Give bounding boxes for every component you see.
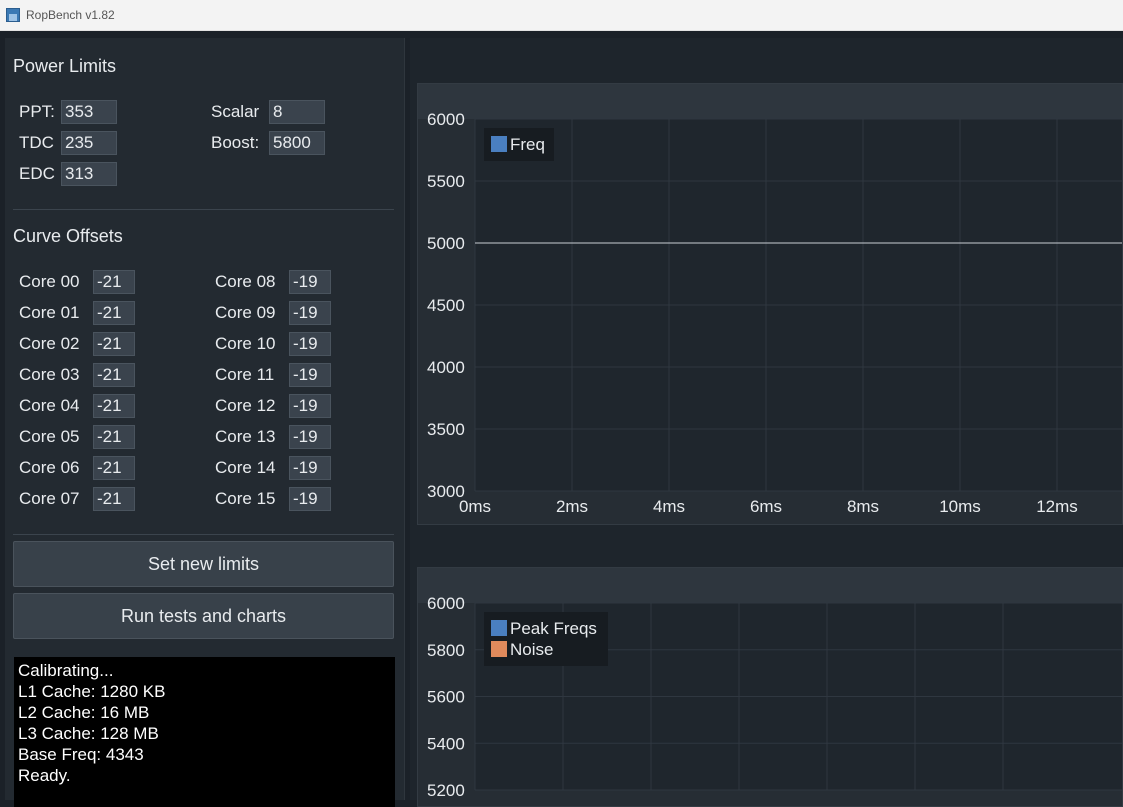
freq-chart-plot: 60005500500045004000350030000ms 2ms 4ms 6ms… (427, 110, 1122, 516)
y-tick-label: 4500 (427, 296, 465, 315)
peak-freqs-chart-plot: 6000 5800 5600 5400 5200 Peak Freqs Noise (427, 594, 1122, 800)
y-tick-label: 5600 (427, 688, 465, 707)
y-tick-label: 5400 (427, 734, 465, 753)
boost-label: Boost: (211, 133, 260, 152)
core-offset-input[interactable] (289, 456, 331, 480)
core-label: Core 15 (215, 489, 276, 508)
window-title: RopBench v1.82 (26, 8, 115, 22)
core-label: Core 07 (19, 489, 80, 508)
core-label: Core 04 (19, 396, 80, 415)
app-icon (6, 8, 20, 22)
core-offset-input[interactable] (289, 332, 331, 356)
tdc-input[interactable] (61, 131, 117, 155)
scalar-input[interactable] (269, 100, 325, 124)
core-label: Core 09 (215, 303, 276, 322)
core-label: Core 06 (19, 458, 80, 477)
console-line: Base Freq: 4343 (18, 745, 144, 764)
tdc-label: TDC (19, 133, 54, 152)
y-tick-label: 5200 (427, 781, 465, 800)
x-tick-label: 10ms (939, 497, 981, 516)
core-offset-input[interactable] (93, 363, 135, 387)
core-offset-input[interactable] (93, 394, 135, 418)
legend-label: Freq (510, 135, 545, 154)
core-label: Core 05 (19, 427, 80, 446)
legend-swatch (491, 620, 507, 636)
power-limits-title: Power Limits (13, 56, 117, 76)
console-line: L2 Cache: 16 MB (18, 703, 150, 722)
core-label: Core 02 (19, 334, 80, 353)
y-tick-label: 5800 (427, 641, 465, 660)
x-tick-label: 6ms (750, 497, 782, 516)
x-tick-label: 8ms (847, 497, 879, 516)
ppt-label: PPT: (19, 102, 55, 121)
edc-label: EDC (19, 164, 55, 183)
set-new-limits-button[interactable]: Set new limits (13, 541, 394, 587)
title-bar: RopBench v1.82 (0, 0, 1123, 31)
console-line: L1 Cache: 1280 KB (18, 682, 166, 701)
core-offset-input[interactable] (93, 301, 135, 325)
x-tick-label: 4ms (653, 497, 685, 516)
core-label: Core 08 (215, 272, 276, 291)
core-offset-input[interactable] (93, 487, 135, 511)
core-offset-input[interactable] (93, 456, 135, 480)
y-tick-label: 6000 (427, 594, 465, 613)
y-tick-label: 3500 (427, 420, 465, 439)
divider (13, 209, 394, 210)
core-offset-input[interactable] (289, 425, 331, 449)
core-label: Core 12 (215, 396, 276, 415)
y-tick-label: 5500 (427, 172, 465, 191)
y-tick-label: 6000 (427, 110, 465, 129)
core-label: Core 03 (19, 365, 80, 384)
console-line: Calibrating... (18, 661, 114, 680)
ppt-input[interactable] (61, 100, 117, 124)
peak-freqs-chart: 6000 5800 5600 5400 5200 Peak Freqs Noise (417, 567, 1123, 807)
core-offset-input[interactable] (289, 301, 331, 325)
core-label: Core 11 (215, 365, 275, 384)
boost-input[interactable] (269, 131, 325, 155)
core-offset-input[interactable] (93, 270, 135, 294)
divider (13, 534, 394, 535)
x-tick-label: 12ms (1036, 497, 1078, 516)
core-offset-input[interactable] (289, 487, 331, 511)
core-offset-input[interactable] (289, 270, 331, 294)
console-line: Ready. (18, 766, 71, 785)
scalar-label: Scalar (211, 102, 260, 121)
settings-panel: Power Limits PPT: TDC EDC Scalar Boost: … (5, 38, 405, 807)
freq-chart: 6000 5500 5000 4500 4000 3500 3000 0ms 2ms 4ms 6ms… (417, 83, 1123, 525)
core-label: Core 10 (215, 334, 276, 353)
core-label: Core 01 (19, 303, 80, 322)
y-tick-label: 5000 (427, 234, 465, 253)
core-label: Core 14 (215, 458, 276, 477)
legend-swatch (491, 136, 507, 152)
core-offset-input[interactable] (93, 425, 135, 449)
core-offset-input[interactable] (289, 394, 331, 418)
charts-panel: 6000 5500 5000 4500 4000 3500 3000 0ms 2ms 4ms 6ms… (410, 38, 1123, 807)
console-line: L3 Cache: 128 MB (18, 724, 159, 743)
edc-input[interactable] (61, 162, 117, 186)
run-tests-button[interactable]: Run tests and charts (13, 593, 394, 639)
legend-label: Peak Freqs (510, 619, 597, 638)
core-offset-input[interactable] (93, 332, 135, 356)
core-offset-input[interactable] (289, 363, 331, 387)
x-tick-label: 0ms (459, 497, 491, 516)
x-tick-label: 2ms (556, 497, 588, 516)
curve-offsets-title: Curve Offsets (13, 226, 123, 246)
legend-label: Noise (510, 640, 553, 659)
legend-swatch (491, 641, 507, 657)
console-log: Calibrating... L1 Cache: 1280 KB L2 Cach… (14, 657, 395, 807)
core-label: Core 00 (19, 272, 80, 291)
core-label: Core 13 (215, 427, 276, 446)
y-tick-label: 4000 (427, 358, 465, 377)
